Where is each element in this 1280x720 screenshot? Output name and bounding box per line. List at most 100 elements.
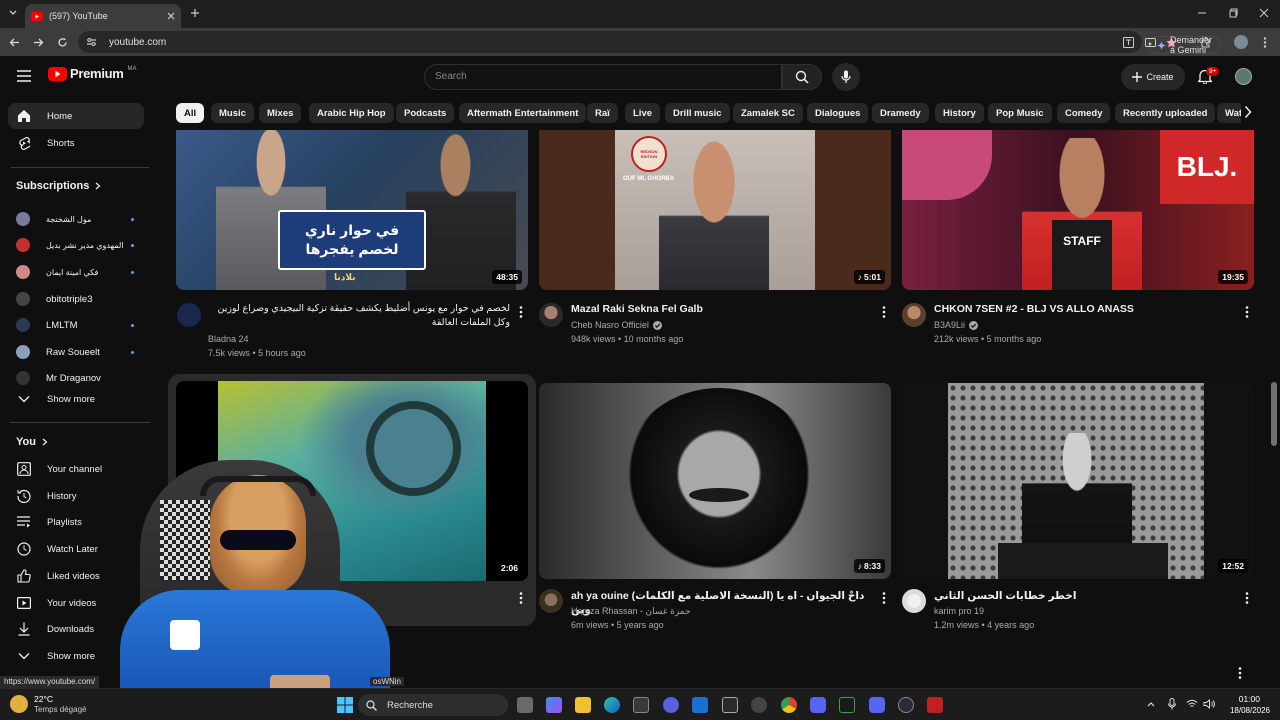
clock-time[interactable]: 01:00: [1210, 694, 1260, 704]
chip-arabic-hip-hop[interactable]: Arabic Hip Hop: [309, 103, 394, 123]
extensions-icon[interactable]: [1200, 37, 1211, 48]
tab-close-icon[interactable]: [167, 12, 175, 20]
weather-condition[interactable]: Temps dégagé: [34, 705, 86, 714]
chip-zamalek-sc[interactable]: Zamalek SC: [733, 103, 803, 123]
video-thumbnail[interactable]: REDSON EDITION OUF ML GHORBA ♪ 5:01: [539, 130, 891, 290]
windows-start-icon[interactable]: [337, 697, 353, 713]
microphone-tray-icon[interactable]: [1168, 698, 1176, 710]
channel-name[interactable]: Bladna 24: [208, 332, 249, 346]
subscription-item[interactable]: مول الشختجة: [8, 206, 144, 232]
channel-avatar[interactable]: [902, 303, 926, 327]
video-title[interactable]: Mazal Raki Sekna Fel Galb: [571, 302, 871, 316]
app-icon[interactable]: [869, 697, 885, 713]
page-scrollbar-thumb[interactable]: [1271, 382, 1277, 446]
app-icon[interactable]: [839, 697, 855, 713]
app-icon[interactable]: [927, 697, 943, 713]
address-bar[interactable]: youtube.com Demander à Gemini: [78, 31, 1222, 55]
account-avatar[interactable]: [1235, 68, 1252, 85]
copilot-icon[interactable]: [546, 697, 562, 713]
microsoft-store-icon[interactable]: [633, 697, 649, 713]
search-button[interactable]: [782, 64, 822, 90]
cast-icon[interactable]: [1145, 37, 1156, 48]
new-tab-icon[interactable]: [190, 8, 200, 18]
video-title[interactable]: CHKON 7SEN #2 - BLJ VS ALLO ANASS: [934, 302, 1234, 316]
subscription-item[interactable]: LMLTM: [8, 312, 144, 338]
more-options-icon[interactable]: [882, 592, 886, 604]
channel-avatar[interactable]: [539, 303, 563, 327]
voice-search-button[interactable]: [832, 63, 860, 91]
chip-wat[interactable]: Wat: [1217, 103, 1241, 123]
channel-row[interactable]: B3A9Lii: [934, 318, 979, 332]
video-title[interactable]: اخطر خطابات الحسن الثاني: [934, 589, 1234, 603]
window-close-icon[interactable]: [1259, 8, 1269, 18]
browser-menu-icon[interactable]: [1263, 37, 1267, 48]
weather-temp[interactable]: 22°C: [34, 694, 53, 704]
tab-search-icon[interactable]: [8, 8, 18, 18]
minimize-icon[interactable]: [1197, 8, 1207, 18]
chip-dramedy[interactable]: Dramedy: [872, 103, 929, 123]
chip-mixes[interactable]: Mixes: [259, 103, 302, 123]
translate-icon[interactable]: [1123, 37, 1134, 48]
outlook-icon[interactable]: [692, 697, 708, 713]
video-thumbnail[interactable]: 12:52: [902, 383, 1254, 579]
chip-all[interactable]: All: [176, 103, 205, 123]
app-icon[interactable]: [722, 697, 738, 713]
task-view-icon[interactable]: [517, 697, 533, 713]
subscriptions-heading[interactable]: Subscriptions: [16, 180, 101, 192]
channel-avatar[interactable]: [902, 589, 926, 613]
sidebar-item-home[interactable]: Home: [8, 103, 144, 129]
chip-live[interactable]: Live: [625, 103, 661, 123]
video-title[interactable]: لخصم في حوار مع يونس أضليط يكشف حقيقة تز…: [208, 302, 510, 330]
edge-browser-icon[interactable]: [604, 697, 620, 713]
tray-chevron-up-icon[interactable]: [1147, 701, 1155, 707]
channel-name[interactable]: karim pro 19: [934, 604, 984, 618]
search-input[interactable]: Search: [424, 64, 782, 90]
chips-next-chevron-icon[interactable]: [1244, 105, 1252, 119]
sidebar-item-shorts[interactable]: Shorts: [8, 130, 144, 156]
more-options-icon[interactable]: [519, 306, 523, 318]
hamburger-menu-icon[interactable]: [17, 70, 31, 82]
taskbar-search[interactable]: Recherche: [358, 694, 508, 716]
channel-avatar[interactable]: [539, 589, 563, 613]
chip-dialogues[interactable]: Dialogues: [807, 103, 869, 123]
site-info-icon[interactable]: [86, 37, 97, 47]
chip-drill-music[interactable]: Drill music: [665, 103, 730, 123]
subscription-item[interactable]: Raw Soueelt: [8, 339, 144, 365]
discord-icon[interactable]: [810, 697, 826, 713]
app-icon[interactable]: [751, 697, 767, 713]
youtube-premium-logo[interactable]: Premium MA: [48, 66, 137, 81]
chip-pop-music[interactable]: Pop Music: [988, 103, 1052, 123]
file-explorer-icon[interactable]: [575, 697, 591, 713]
you-heading[interactable]: You: [16, 436, 48, 448]
more-options-icon[interactable]: [1245, 592, 1249, 604]
profile-avatar[interactable]: [1234, 35, 1248, 49]
more-options-icon[interactable]: [1245, 306, 1249, 318]
wifi-icon[interactable]: [1186, 699, 1198, 709]
chip-music[interactable]: Music: [211, 103, 254, 123]
messenger-icon[interactable]: [663, 697, 679, 713]
back-icon[interactable]: [9, 37, 20, 48]
chip-podcasts[interactable]: Podcasts: [396, 103, 455, 123]
bookmark-star-icon[interactable]: [1166, 37, 1177, 48]
video-thumbnail[interactable]: BLJ. STAFF 19:35: [902, 130, 1254, 290]
forward-icon[interactable]: [33, 37, 44, 48]
channel-name[interactable]: Hamza Rhassan - حمزة غسان: [571, 604, 691, 618]
subscription-item[interactable]: obitotriple3: [8, 286, 144, 312]
subscription-item[interactable]: المهدوي مدير نشر بديل: [8, 232, 144, 258]
more-options-icon[interactable]: [519, 592, 523, 604]
chip-aftermath-entertainment[interactable]: Aftermath Entertainment: [459, 103, 587, 123]
chip-recently-uploaded[interactable]: Recently uploaded: [1115, 103, 1216, 123]
chrome-icon[interactable]: [781, 697, 797, 713]
maximize-icon[interactable]: [1229, 8, 1239, 18]
obs-icon[interactable]: [898, 697, 914, 713]
page-more-options-icon[interactable]: [1238, 667, 1242, 679]
show-more-subscriptions[interactable]: Show more: [8, 386, 144, 412]
video-thumbnail[interactable]: ♪ 8:33: [539, 383, 891, 579]
subscription-item[interactable]: فكي امينة ايمان: [8, 259, 144, 285]
channel-row[interactable]: Cheb Nasro Officiel: [571, 318, 662, 332]
reload-icon[interactable]: [57, 37, 68, 48]
video-thumbnail[interactable]: في حوار ناري لخصم يفجرها بلادنا 48:35: [176, 130, 528, 290]
create-button[interactable]: Create: [1121, 64, 1185, 90]
more-options-icon[interactable]: [882, 306, 886, 318]
chip-ra-[interactable]: Raï: [587, 103, 618, 123]
